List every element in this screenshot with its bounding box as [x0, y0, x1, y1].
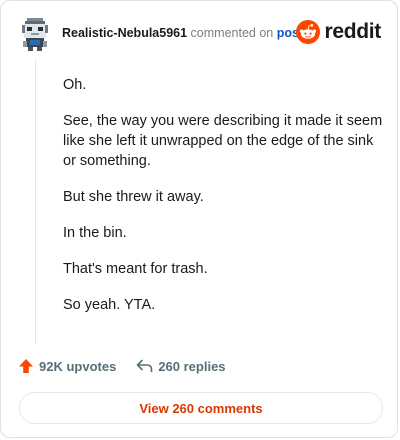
upvote-arrow-icon	[19, 359, 33, 373]
upvote-count: 92K upvotes	[39, 358, 117, 374]
thread-line[interactable]	[35, 59, 36, 343]
comment-paragraph: In the bin.	[63, 225, 127, 241]
reddit-logo[interactable]: reddit	[296, 20, 381, 44]
comment-paragraph: So yeah. YTA.	[63, 297, 156, 313]
comment-body: Oh. See, the way you were describing it …	[63, 75, 383, 331]
comment-paragraph: Oh.	[63, 77, 87, 93]
view-comments-button[interactable]: View 260 comments	[19, 392, 383, 424]
reddit-snoo-icon	[296, 20, 321, 44]
comment-card: Realistic-Nebula5961 commented on post r…	[0, 0, 398, 438]
username[interactable]: Realistic-Nebula5961	[62, 26, 187, 40]
comment-paragraph: See, the way you were describing it made…	[63, 113, 383, 169]
upvote-button[interactable]: 92K upvotes	[18, 358, 116, 374]
replies-button[interactable]: 260 replies	[136, 358, 226, 374]
reply-arrow-icon	[137, 359, 153, 373]
comment-paragraph: That's meant for trash.	[63, 261, 208, 277]
avatar[interactable]	[21, 17, 49, 51]
comment-header: Realistic-Nebula5961 commented on post	[62, 26, 303, 40]
commented-text: commented on	[190, 26, 274, 40]
comment-paragraph: But she threw it away.	[63, 189, 204, 205]
pixel-avatar-icon	[21, 17, 49, 51]
reddit-wordmark: reddit	[324, 20, 381, 43]
replies-count: 260 replies	[158, 358, 226, 374]
comment-actions: 92K upvotes 260 replies	[18, 358, 226, 374]
